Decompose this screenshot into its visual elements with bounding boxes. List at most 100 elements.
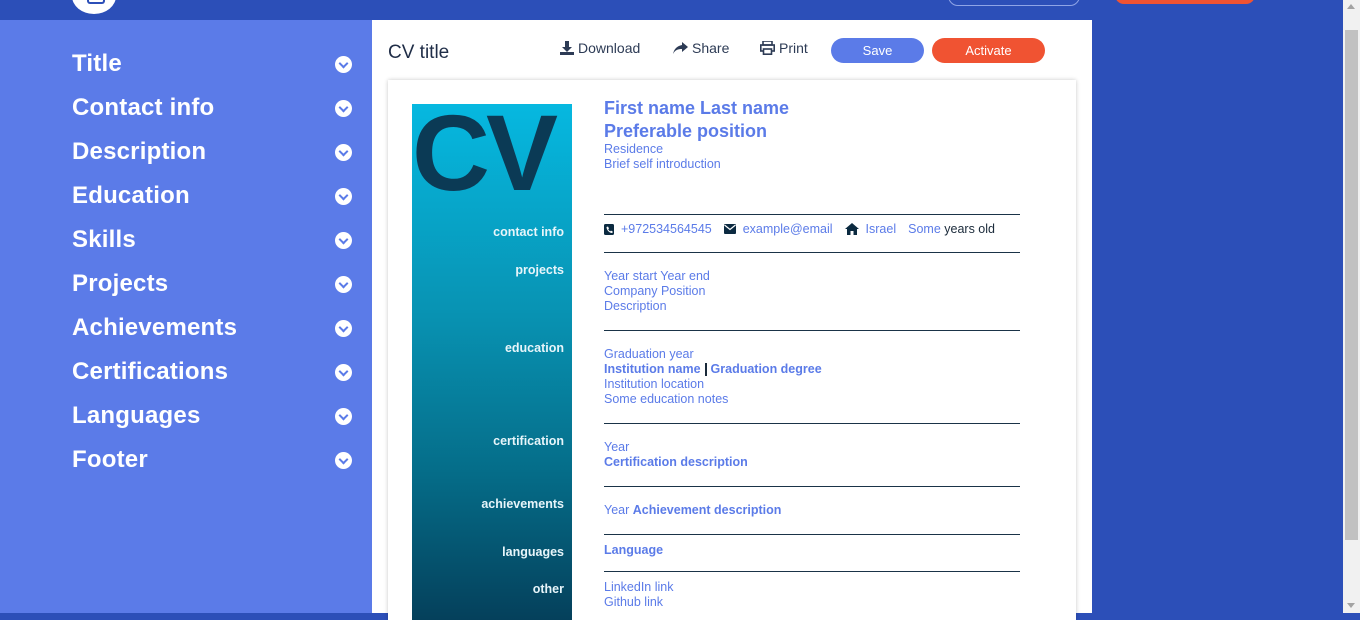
activate-button[interactable]: Activate — [932, 38, 1045, 63]
top-outline-button[interactable] — [948, 0, 1080, 6]
scroll-thumb[interactable] — [1345, 30, 1358, 540]
main-panel: CV title Download Share Print Save Activ… — [372, 20, 1092, 620]
sidebar-item-label: Title — [72, 50, 122, 77]
sidebar-item-skills[interactable]: Skills — [72, 225, 354, 255]
sidebar-item-label: Description — [72, 138, 207, 165]
share-button[interactable]: Share — [673, 40, 729, 56]
sidebar-item-achievements[interactable]: Achievements — [72, 313, 354, 343]
top-orange-button[interactable] — [1115, 0, 1255, 4]
home-icon — [844, 223, 859, 235]
chevron-down-icon[interactable] — [335, 55, 352, 73]
sidebar-item-label: Contact info — [72, 94, 215, 121]
print-label: Print — [779, 40, 808, 56]
contact-email: example@email — [742, 222, 833, 236]
share-label: Share — [692, 40, 730, 56]
sidebar-item-contact-info[interactable]: Contact info — [72, 93, 354, 123]
chevron-down-icon[interactable] — [335, 275, 352, 293]
chevron-down-icon[interactable] — [335, 187, 352, 205]
education-location: Institution location — [604, 377, 705, 391]
phone-icon — [604, 223, 614, 235]
education-institution: Institution name — [604, 362, 701, 376]
sidebar-item-projects[interactable]: Projects — [72, 269, 354, 299]
right-panel — [1092, 20, 1343, 613]
cv-residence: Residence — [604, 142, 664, 156]
page-scrollbar[interactable] — [1343, 0, 1360, 613]
top-bar — [0, 0, 1343, 20]
divider — [604, 571, 1020, 572]
achievement-year: Year — [604, 503, 630, 517]
section-label-projects: projects — [515, 263, 564, 277]
cv-side-stripe: CV contact info projects education certi… — [412, 104, 572, 620]
education-degree: Graduation degree — [710, 362, 822, 376]
printer-icon — [760, 41, 775, 55]
divider — [604, 486, 1020, 487]
separator-bar — [704, 363, 707, 377]
sidebar-item-certifications[interactable]: Certifications — [72, 357, 354, 387]
certification-year: Year — [604, 440, 630, 454]
share-icon — [673, 41, 688, 54]
divider — [604, 214, 1020, 215]
cv-position: Preferable position — [604, 121, 768, 141]
contact-age-prefix: Some — [908, 222, 941, 236]
chevron-down-icon[interactable] — [335, 407, 352, 425]
scroll-up-icon[interactable] — [1347, 4, 1355, 9]
chevron-down-icon[interactable] — [335, 363, 352, 381]
chevron-down-icon[interactable] — [335, 231, 352, 249]
chevron-down-icon[interactable] — [335, 319, 352, 337]
cv-title[interactable]: CV title — [388, 42, 449, 64]
cv-name: First name Last name — [604, 98, 790, 118]
divider — [604, 330, 1020, 331]
project-company: Company Position — [604, 284, 706, 298]
sidebar: Title Contact info Description Education… — [0, 20, 372, 613]
cv-intro: Brief self introduction — [604, 157, 721, 171]
section-label-achievements: achievements — [481, 497, 564, 511]
sidebar-item-footer[interactable]: Footer — [72, 445, 354, 475]
download-label: Download — [578, 40, 641, 56]
sidebar-item-education[interactable]: Education — [72, 181, 354, 211]
sidebar-item-label: Education — [72, 182, 190, 209]
education-institution-line: Institution name Graduation degree — [604, 362, 822, 377]
app-logo[interactable] — [72, 0, 116, 14]
cv-logo-text: CV — [412, 104, 558, 213]
education-notes: Some education notes — [604, 392, 729, 406]
print-button[interactable]: Print — [760, 40, 808, 56]
education-year: Graduation year — [604, 347, 694, 361]
cv-preview: CV contact info projects education certi… — [388, 80, 1076, 620]
contact-age-suffix: years old — [944, 222, 995, 236]
chevron-down-icon[interactable] — [335, 143, 352, 161]
sidebar-item-title[interactable]: Title — [72, 49, 354, 79]
chevron-down-icon[interactable] — [335, 99, 352, 117]
section-label-contact: contact info — [493, 225, 564, 239]
contact-row: +972534564545 example@email Israel Some … — [604, 222, 995, 236]
sidebar-item-label: Certifications — [72, 358, 229, 385]
logo-icon — [87, 0, 105, 4]
contact-location: Israel — [865, 222, 897, 236]
section-label-languages: languages — [502, 545, 564, 559]
sidebar-item-languages[interactable]: Languages — [72, 401, 354, 431]
achievement-line: Year Achievement description — [604, 503, 781, 517]
sidebar-item-label: Languages — [72, 402, 201, 429]
download-button[interactable]: Download — [560, 40, 640, 56]
github-link[interactable]: Github link — [604, 595, 663, 609]
certification-description: Certification description — [604, 455, 748, 469]
section-label-other: other — [532, 582, 564, 596]
envelope-icon — [723, 224, 736, 234]
achievement-description: Achievement description — [632, 503, 782, 517]
scroll-down-icon[interactable] — [1347, 603, 1355, 608]
project-years: Year start Year end — [604, 269, 710, 283]
divider — [604, 252, 1020, 253]
sidebar-item-description[interactable]: Description — [72, 137, 354, 167]
sidebar-item-label: Footer — [72, 446, 148, 473]
sidebar-item-label: Projects — [72, 270, 169, 297]
save-button[interactable]: Save — [831, 38, 924, 63]
section-label-education: education — [504, 341, 564, 355]
project-description: Description — [604, 299, 667, 313]
linkedin-link[interactable]: LinkedIn link — [604, 580, 674, 594]
chevron-down-icon[interactable] — [335, 451, 352, 469]
download-icon — [560, 41, 574, 55]
divider — [604, 423, 1020, 424]
sidebar-item-label: Achievements — [72, 314, 238, 341]
language-item: Language — [604, 543, 664, 557]
divider — [604, 534, 1020, 535]
contact-phone: +972534564545 — [621, 222, 712, 236]
